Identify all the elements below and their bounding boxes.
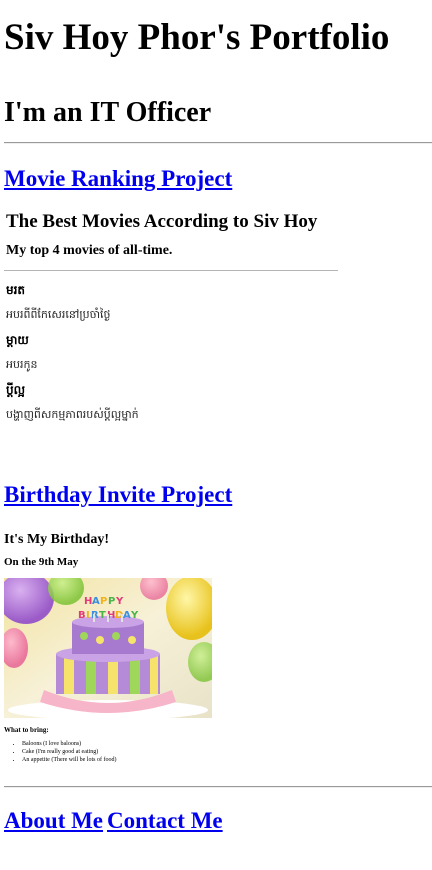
svg-text:A: A xyxy=(123,610,131,621)
birthday-project-heading: Birthday Invite Project xyxy=(4,482,232,508)
movie-item: ប្ដីល្អ បង្ហាញពីសកម្មភាពរបស់ប្តីល្អម្នាក… xyxy=(4,383,338,422)
svg-text:T: T xyxy=(99,610,106,621)
list-item: An appetite (There will be lots of food) xyxy=(22,756,254,764)
svg-text:B: B xyxy=(78,610,86,621)
list-item: Cake (I'm really good at eating) xyxy=(22,748,254,756)
birthday-invite-embed: It's My Birthday! On the 9th May H A P P… xyxy=(4,530,254,763)
movie-ranking-embed: The Best Movies According to Siv Hoy My … xyxy=(4,210,338,422)
movie-title: ប្ដីល្អ xyxy=(6,383,26,397)
bring-section: What to bring: Baloons (I love baloons) … xyxy=(4,726,254,764)
about-me-link[interactable]: About Me xyxy=(4,808,103,833)
list-item: Baloons (I love baloons) xyxy=(22,740,254,748)
movie-item: មរត អបរពីពីកែសេរនៅប្រចាំថ្ងៃ xyxy=(4,283,338,322)
bring-title: What to bring: xyxy=(4,726,49,734)
movie-ranking-heading: The Best Movies According to Siv Hoy xyxy=(6,211,318,232)
movie-item: ម្ដាយ អបរកូន xyxy=(4,333,338,372)
svg-text:Y: Y xyxy=(115,596,124,607)
movie-description: បង្ហាញពីសកម្មភាពរបស់ប្តីល្អម្នាក់ xyxy=(6,408,139,421)
movie-divider xyxy=(4,270,338,271)
movie-title: ម្ដាយ xyxy=(6,333,29,347)
movie-ranking-project-link[interactable]: Movie Ranking Project xyxy=(4,166,232,191)
bring-list: Baloons (I love baloons) Cake (I'm reall… xyxy=(4,740,254,764)
movie-description: អបរកូន xyxy=(6,358,38,371)
birthday-heading: It's My Birthday! xyxy=(4,532,109,547)
footer-nav: About Me Contact Me xyxy=(4,808,223,834)
page-title: Siv Hoy Phor's Portfolio xyxy=(4,17,390,58)
movie-description: អបរពីពីកែសេរនៅប្រចាំថ្ងៃ xyxy=(6,308,111,321)
movie-ranking-tagline: My top 4 movies of all-time. xyxy=(6,243,173,258)
contact-me-link[interactable]: Contact Me xyxy=(107,808,223,833)
svg-text:I: I xyxy=(86,610,90,621)
divider-bottom xyxy=(4,786,432,788)
svg-text:A: A xyxy=(92,596,100,607)
svg-text:Y: Y xyxy=(130,610,139,621)
portfolio-page: Siv Hoy Phor's Portfolio I'm an IT Offic… xyxy=(0,0,432,833)
birthday-cake-image: H A P P Y B I R T H D A Y xyxy=(4,578,212,718)
divider-top xyxy=(4,142,432,144)
birthday-date: On the 9th May xyxy=(4,556,79,568)
svg-text:P: P xyxy=(108,596,115,607)
page-subtitle: I'm an IT Officer xyxy=(4,97,212,128)
birthday-invite-project-link[interactable]: Birthday Invite Project xyxy=(4,482,232,507)
movie-title: មរត xyxy=(6,283,26,297)
svg-text:P: P xyxy=(100,596,107,607)
movie-project-heading: Movie Ranking Project xyxy=(4,166,232,192)
